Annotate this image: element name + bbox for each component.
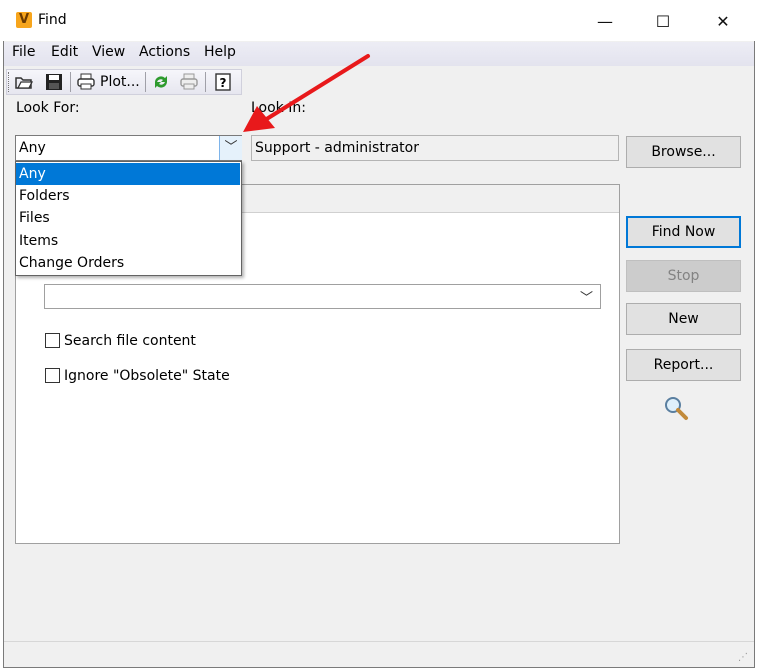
annotation-arrow-icon — [243, 54, 370, 132]
close-button[interactable]: ✕ — [700, 8, 746, 36]
menu-help[interactable]: Help — [204, 44, 236, 60]
minimize-button[interactable]: — — [582, 8, 628, 36]
ignore-obsolete-checkbox[interactable] — [45, 368, 60, 383]
save-icon[interactable] — [44, 72, 64, 92]
look-in-value: Support - administrator — [255, 140, 419, 156]
look-for-value: Any — [19, 140, 46, 156]
dropdown-option-any[interactable]: Any — [16, 163, 240, 185]
vault-app-icon: V — [16, 12, 32, 28]
print-disabled-icon — [179, 72, 199, 92]
search-file-content-label: Search file content — [64, 333, 196, 349]
svg-text:?: ? — [220, 76, 227, 90]
dropdown-option-items[interactable]: Items — [16, 230, 240, 252]
find-now-button[interactable]: Find Now — [626, 216, 741, 248]
toolbar-separator — [205, 72, 206, 92]
plot-label[interactable]: Plot... — [100, 74, 140, 90]
refresh-icon[interactable] — [151, 72, 171, 92]
look-for-label: Look For: — [16, 100, 80, 116]
ignore-obsolete-label: Ignore "Obsolete" State — [64, 368, 230, 384]
chevron-down-icon[interactable]: ﹀ — [580, 287, 593, 306]
browse-button[interactable]: Browse... — [626, 136, 741, 168]
dropdown-option-files[interactable]: Files — [16, 207, 240, 229]
print-icon[interactable] — [76, 72, 96, 92]
toolbar-separator — [70, 72, 71, 92]
criteria-combobox[interactable] — [44, 284, 601, 309]
report-button[interactable]: Report... — [626, 349, 741, 381]
resize-grip-icon[interactable]: ⋰ — [738, 652, 748, 663]
magnifier-icon — [662, 394, 690, 426]
open-folder-icon[interactable] — [14, 72, 34, 92]
dropdown-option-folders[interactable]: Folders — [16, 185, 240, 207]
new-button[interactable]: New — [626, 303, 741, 335]
stop-button: Stop — [626, 260, 741, 292]
menu-view[interactable]: View — [92, 44, 125, 60]
status-bar — [4, 641, 754, 667]
maximize-button[interactable]: ☐ — [640, 8, 686, 36]
toolbar-grip[interactable] — [8, 72, 12, 92]
toolbar-separator — [145, 72, 146, 92]
search-file-content-checkbox[interactable] — [45, 333, 60, 348]
menu-file[interactable]: File — [12, 44, 35, 60]
help-icon[interactable]: ? — [213, 72, 233, 92]
dropdown-option-change-orders[interactable]: Change Orders — [16, 252, 240, 274]
window-title: Find — [38, 12, 67, 28]
menu-actions[interactable]: Actions — [139, 44, 190, 60]
look-for-combobox[interactable] — [15, 135, 242, 161]
menu-edit[interactable]: Edit — [51, 44, 78, 60]
